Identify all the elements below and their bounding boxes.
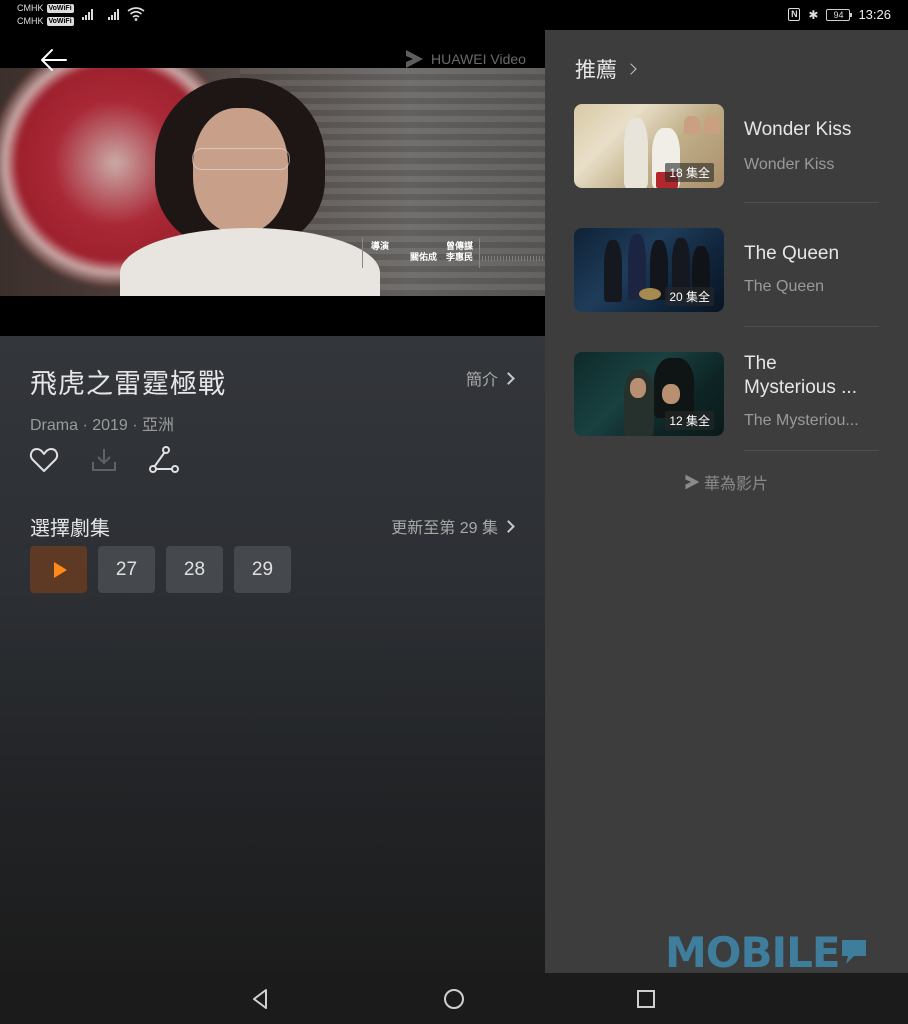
thumbnail-face (630, 378, 646, 398)
navigation-bar (0, 973, 908, 1024)
back-button[interactable] (38, 44, 70, 76)
speech-bubble-icon (841, 939, 866, 964)
thumbnail: 20 集全 (574, 228, 724, 312)
video-detail-pane: 導演 曾傳謀 關佑成 李惠民 HUAWEI Video 飛虎之雷霆極戰 簡介 D… (0, 30, 545, 973)
episode-button[interactable]: 29 (234, 546, 291, 593)
thumbnail: 12 集全 (574, 352, 724, 436)
episode-button[interactable]: 27 (98, 546, 155, 593)
signal-icon (82, 8, 93, 20)
credits-decoration (482, 256, 545, 261)
watermark-text: HUAWEI Video (431, 51, 526, 67)
carrier-2: CMHK VoWiFi (17, 16, 74, 26)
item-title: Wonder Kiss (744, 119, 852, 140)
thumbnail-figure (704, 116, 720, 134)
synopsis-label: 簡介 (465, 372, 498, 389)
circle-home-icon (444, 989, 464, 1009)
thumbnail-face (662, 384, 680, 404)
chevron-right-icon (502, 519, 515, 533)
show-meta: Drama · 2019 · 亞洲 (30, 417, 175, 434)
vowifi-badge: VoWiFi (46, 16, 74, 26)
nfc-icon: N (788, 8, 801, 21)
carrier-name: CMHK (17, 3, 44, 13)
credits-line-2: 關佑成 李惠民 (409, 252, 473, 262)
video-frame[interactable]: 導演 曾傳謀 關佑成 李惠民 (0, 68, 545, 296)
all-episodes-link[interactable]: 更新至第 29 集 (391, 514, 515, 538)
huawei-video-logo-icon (406, 50, 423, 68)
action-row (28, 444, 180, 476)
status-right: N ✱ 94 13:26 (788, 7, 891, 22)
credits-line-1: 曾傳謀 (445, 241, 473, 251)
recommendations-panel: 推薦 18 集全 Wonder Kiss Wonder Kiss 20 集全 T… (545, 30, 908, 973)
thumbnail-figure (624, 118, 648, 188)
episode-list: 27 28 29 (30, 546, 291, 593)
item-title: The Mysterious ... (744, 353, 857, 398)
update-status: 更新至第 29 集 (391, 520, 498, 537)
episode-button[interactable]: 28 (166, 546, 223, 593)
download-icon (92, 449, 116, 471)
mobile-site-logo: MOBILE (665, 928, 866, 977)
divider (744, 450, 879, 451)
share-icon (149, 446, 179, 473)
video-credits-overlay: 導演 曾傳謀 關佑成 李惠民 (362, 238, 480, 268)
carrier-1: CMHK VoWiFi (17, 3, 74, 13)
thumbnail-figure (604, 240, 622, 302)
chevron-right-icon (625, 63, 637, 75)
thumbnail-mask (639, 288, 661, 300)
recommendation-item[interactable]: 20 集全 The Queen The Queen (574, 228, 884, 318)
download-button[interactable] (88, 444, 120, 476)
item-title: The Queen (744, 243, 840, 264)
episode-count-badge: 20 集全 (665, 287, 714, 306)
status-bar: CMHK VoWiFi CMHK VoWiFi N ✱ 94 13:26 (0, 0, 908, 30)
video-person-face (193, 108, 288, 233)
favorite-button[interactable] (28, 444, 60, 476)
carrier-name: CMHK (17, 16, 44, 26)
show-title: 飛虎之雷霆極戰 (30, 369, 226, 399)
arrow-left-icon (41, 49, 67, 71)
chevron-right-icon (502, 371, 515, 385)
credits-label: 導演 (371, 241, 390, 251)
huawei-video-footer: 華為影片 (683, 470, 768, 494)
thumbnail-figure (684, 116, 700, 134)
details-section: 飛虎之雷霆極戰 簡介 Drama · 2019 · 亞洲 選擇劇集 更新至第 2… (0, 336, 545, 973)
play-icon (53, 561, 67, 578)
episode-count-badge: 18 集全 (665, 163, 714, 182)
credits-names: 曾傳謀 關佑成 李惠民 (410, 241, 473, 263)
square-recents-icon (637, 990, 655, 1008)
mobile-logo-text: MOBILE (665, 928, 841, 977)
video-player[interactable]: 導演 曾傳謀 關佑成 李惠民 HUAWEI Video (0, 30, 545, 336)
video-person-glasses (192, 148, 290, 170)
huawei-video-logo-icon (685, 474, 700, 490)
nav-recents-button[interactable] (634, 987, 658, 1011)
battery-icon: 94 (826, 8, 853, 21)
thumbnail: 18 集全 (574, 104, 724, 188)
footer-brand-text: 華為影片 (704, 476, 769, 493)
bluetooth-icon: ✱ (808, 7, 819, 22)
divider (744, 202, 879, 203)
huawei-video-watermark: HUAWEI Video (403, 48, 526, 70)
vowifi-badge: VoWiFi (46, 3, 74, 13)
heart-icon (29, 448, 59, 472)
recommendation-item[interactable]: 12 集全 The Mysterious ... The Mysteriou..… (574, 352, 884, 442)
item-subtitle: Wonder Kiss (744, 156, 835, 173)
divider (744, 326, 879, 327)
synopsis-link[interactable]: 簡介 (465, 366, 515, 390)
play-button[interactable] (30, 546, 87, 593)
wifi-icon (127, 7, 145, 21)
signal-icon (108, 8, 119, 20)
recommendations-title: 推薦 (575, 59, 617, 82)
episodes-header: 選擇劇集 (30, 518, 110, 540)
triangle-back-icon (253, 989, 267, 1009)
episode-count-badge: 12 集全 (665, 411, 714, 430)
clock: 13:26 (858, 7, 891, 22)
nav-home-button[interactable] (442, 987, 466, 1011)
nav-back-button[interactable] (248, 987, 272, 1011)
item-subtitle: The Mysteriou... (744, 412, 859, 429)
share-button[interactable] (148, 444, 180, 476)
recommendations-header[interactable]: 推薦 (575, 54, 637, 84)
item-subtitle: The Queen (744, 278, 825, 295)
recommendation-item[interactable]: 18 集全 Wonder Kiss Wonder Kiss (574, 104, 884, 194)
